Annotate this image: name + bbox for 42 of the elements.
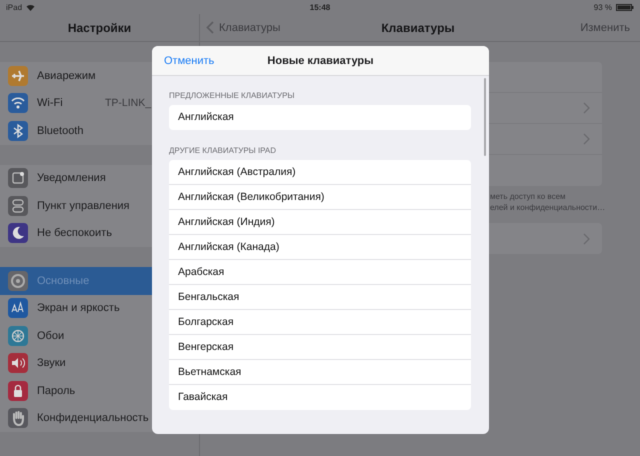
speaker-icon [8, 353, 28, 374]
hand-icon [8, 408, 28, 428]
chevron-left-icon [206, 21, 214, 34]
chevron-right-icon [583, 133, 590, 145]
keyboard-option[interactable]: Английская (Великобритания) [169, 185, 471, 210]
setting-value: TP-LINK_ [105, 97, 152, 110]
keyboard-option[interactable]: Бенгальская [169, 285, 471, 310]
clock: 15:48 [310, 2, 330, 12]
keyboard-option[interactable]: Венгерская [169, 335, 471, 360]
sidebar-title: Настройки [68, 20, 132, 34]
battery-icon [616, 4, 634, 10]
footer-text: елей и конфиденциальности… [490, 202, 606, 213]
text-size-icon [8, 298, 28, 318]
keyboard-option[interactable]: Английская (Австралия) [169, 160, 471, 185]
airplane-icon [8, 66, 28, 86]
keyboard-option[interactable]: Болгарская [169, 310, 471, 335]
keyboard-option[interactable]: Арабская [169, 260, 471, 285]
keyboard-option[interactable]: Английская [169, 105, 471, 130]
keyboard-option[interactable]: Английская (Индия) [169, 210, 471, 235]
section-header: ПРЕДЛОЖЕННЫЕ КЛАВИАТУРЫ [169, 90, 296, 101]
modal-title: Новые клавиатуры [267, 54, 374, 66]
gear-icon [8, 270, 28, 291]
edit-button[interactable]: Изменить [520, 22, 630, 34]
keyboard-option[interactable]: Английская (Канада) [169, 235, 471, 260]
toggles-icon [8, 196, 28, 216]
lock-icon [8, 380, 28, 401]
back-button[interactable]: Клавиатуры [206, 21, 316, 34]
notification-icon [8, 168, 28, 188]
section-header: ДРУГИЕ КЛАВИАТУРЫ IPAD [169, 145, 278, 156]
moon-icon [8, 223, 28, 244]
cancel-button[interactable]: Отменить [164, 54, 214, 66]
wifi-icon [8, 93, 28, 114]
chevron-right-icon [583, 102, 590, 114]
bluetooth-icon [8, 120, 28, 141]
footer-text: меть доступ ко всем [490, 191, 567, 202]
keyboard-option[interactable]: Вьетнамская [169, 360, 471, 385]
device-name: iPad [6, 2, 22, 12]
wifi-icon [26, 4, 36, 10]
flower-icon [8, 326, 28, 346]
page-title: Клавиатуры [381, 20, 455, 34]
chevron-right-icon [583, 232, 590, 244]
battery-percent: 93 % [594, 2, 612, 12]
